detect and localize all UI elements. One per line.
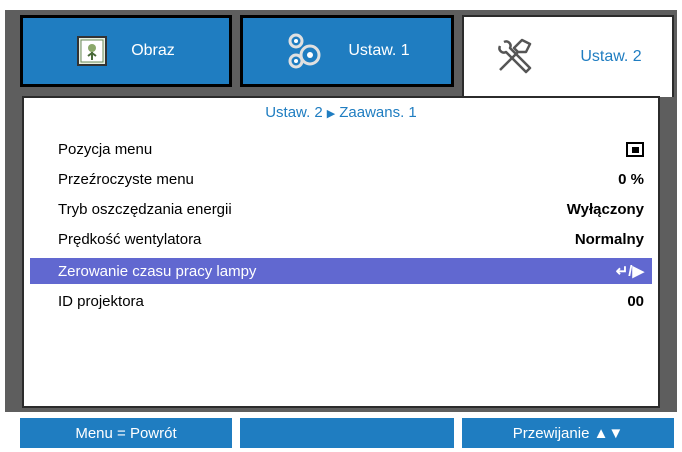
menu-item-value: 00 [627,292,644,310]
menu-item-value: Normalny [574,230,644,248]
footer-back-hint: Menu = Powrót [20,418,232,448]
menu-item-value: 0 % [618,170,644,188]
tab-ustaw-1-label: Ustaw. 1 [348,42,410,59]
footer-scroll-hint: Przewijanie ▲▼ [462,418,674,448]
breadcrumb-parent: Ustaw. 2 [265,104,323,121]
menu-item-id-projektora[interactable]: ID projektora 00 [24,288,658,314]
menu-item-label: Przeźroczyste menu [58,170,194,188]
menu-item-przezroczyste-menu[interactable]: Przeźroczyste menu 0 % [24,166,658,192]
breadcrumb: Ustaw. 2 ▶ Zaawans. 1 [24,104,658,121]
menu-item-label: Prędkość wentylatora [58,230,202,248]
footer-middle [240,418,454,448]
breadcrumb-arrow-icon: ▶ [326,108,336,120]
menu-item-value: Wyłączony [566,200,644,218]
tab-obraz-label: Obraz [131,42,175,59]
menu-item-label: ID projektora [58,292,144,310]
tab-ustaw-2-label: Ustaw. 2 [580,48,642,65]
menu-item-pozycja-menu[interactable]: Pozycja menu [24,136,658,162]
menu-position-icon [626,141,644,157]
menu-item-predkosc-wentylatora[interactable]: Prędkość wentylatora Normalny [24,226,658,252]
footer-right-label: Przewijanie ▲▼ [512,424,624,442]
tab-ustaw-2[interactable]: Ustaw. 2 [462,15,674,97]
menu-item-zerowanie-czasu-lampy[interactable]: Zerowanie czasu pracy lampy ↵/▶ [30,258,652,284]
tools-icon [494,34,540,80]
menu-item-label: Pozycja menu [58,140,153,158]
menu-panel: Ustaw. 2 ▶ Zaawans. 1 Pozycja menu Przeźro… [22,96,660,408]
menu-item-tryb-oszczedzania[interactable]: Tryb oszczędzania energii Wyłączony [24,196,658,222]
footer-left-label: Menu = Powrót [75,424,177,442]
breadcrumb-current: Zaawans. 1 [339,104,417,121]
tab-ustaw-1[interactable]: Ustaw. 1 [240,15,454,87]
image-icon [77,36,108,66]
enter-arrow-icon: ↵/▶ [615,263,644,280]
menu-item-label: Tryb oszczędzania energii [58,200,232,218]
menu-item-label: Zerowanie czasu pracy lampy [58,262,257,280]
tab-obraz[interactable]: Obraz [20,15,232,87]
gears-icon [284,31,324,71]
